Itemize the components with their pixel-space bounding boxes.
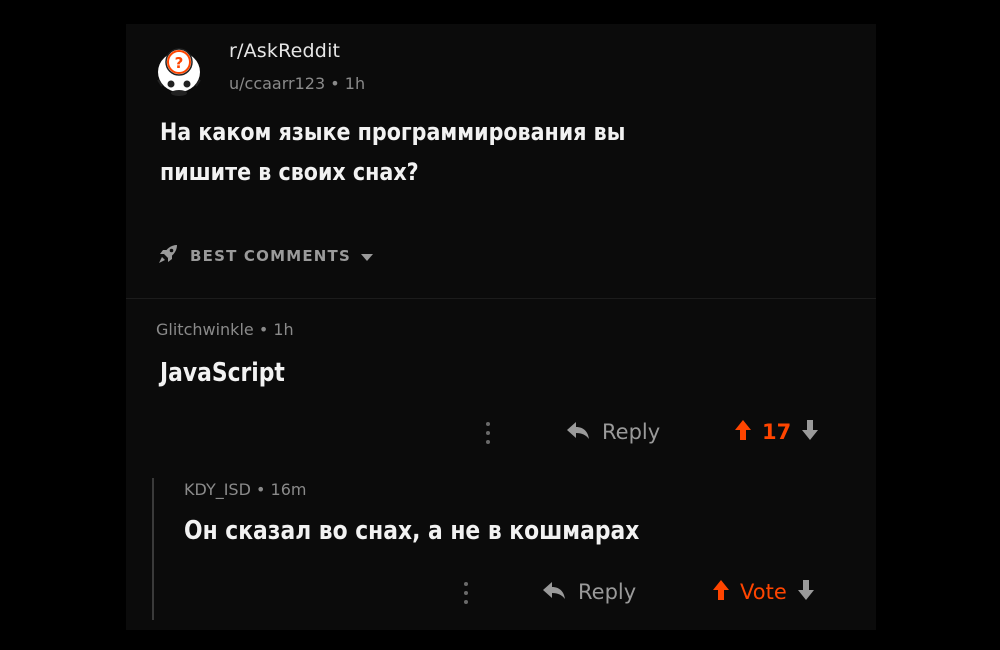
post-title[interactable]: На каком языке программирования вы пишит… [160,112,676,192]
reply-arrow-icon [566,420,590,444]
rocket-icon [156,242,180,270]
upvote-arrow-icon[interactable] [734,419,752,445]
meta-separator: • [258,320,269,339]
comment-age: 16m [270,480,307,499]
reply-label: Reply [602,420,661,444]
sort-dropdown[interactable]: BEST COMMENTS [156,244,373,268]
more-options-icon[interactable] [485,421,491,449]
chevron-down-icon [361,247,373,266]
downvote-arrow-icon[interactable] [797,579,815,605]
post-age: 1h [344,74,366,93]
comment-meta: KDY_ISD • 16m [184,480,306,499]
vote-controls: 17 [734,417,819,447]
thread-line[interactable] [152,478,154,620]
post-meta: u/ccaarr123 • 1h [229,74,365,93]
comment-meta: Glitchwinkle • 1h [156,320,294,339]
post-title-line-1: На каком языке программирования вы [160,118,626,146]
meta-separator: • [330,74,340,93]
subreddit-name[interactable]: r/AskReddit [229,40,340,62]
meta-separator: • [256,480,266,499]
svg-text:?: ? [175,54,184,72]
post-title-line-2: пишите в своих снах? [160,158,419,186]
comment-body: Он сказал во снах, а не в кошмарах [184,516,640,546]
comment-actions: Reply Vote [458,577,858,607]
vote-count: 17 [762,420,792,444]
upvote-arrow-icon[interactable] [712,579,730,605]
comment-author[interactable]: KDY_ISD [184,480,251,499]
downvote-arrow-icon[interactable] [801,419,819,445]
subreddit-avatar-icon[interactable]: ? [152,42,206,98]
divider [126,298,876,299]
more-options-icon[interactable] [463,581,469,609]
comment-age: 1h [273,320,294,339]
comment-author[interactable]: Glitchwinkle [156,320,254,339]
reply-button[interactable]: Reply [566,417,660,447]
post-author[interactable]: u/ccaarr123 [229,74,325,93]
comment-body: JavaScript [160,358,285,388]
comment-actions: Reply 17 [480,417,860,447]
reply-label: Reply [578,580,637,604]
reply-arrow-icon [542,580,566,604]
vote-label: Vote [740,580,787,604]
sort-label: BEST COMMENTS [190,247,351,265]
vote-controls: Vote [712,577,815,607]
reply-button[interactable]: Reply [542,577,636,607]
